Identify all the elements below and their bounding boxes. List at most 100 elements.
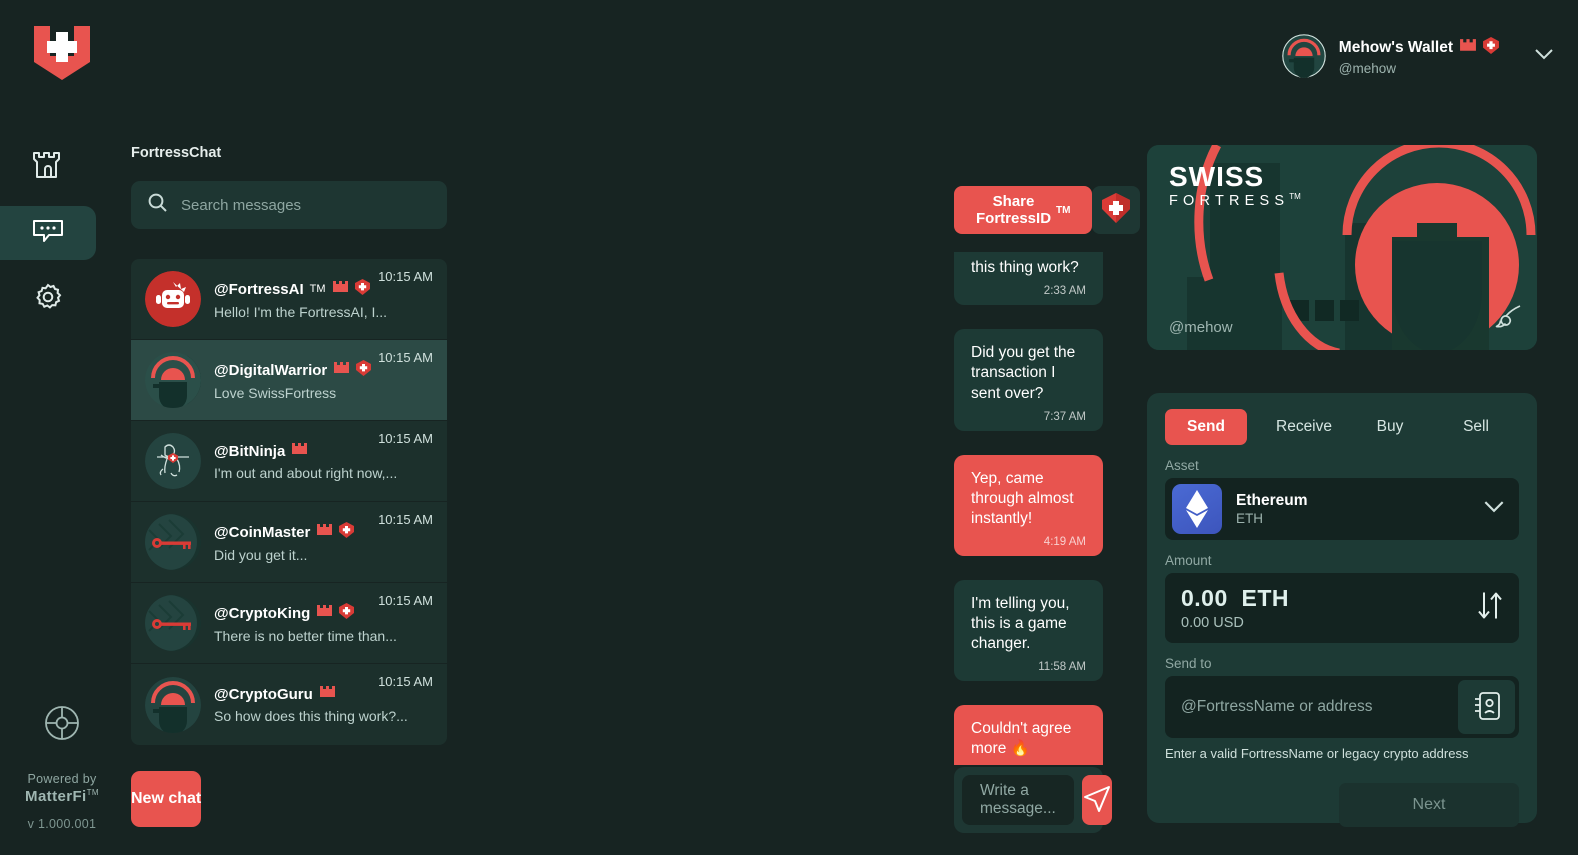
helmet-avatar	[145, 352, 201, 408]
chat-time: 10:15 AM	[378, 269, 433, 284]
chat-preview: There is no better time than...	[214, 627, 397, 644]
swissfortress-logo-icon	[28, 22, 96, 84]
next-button[interactable]: Next	[1339, 783, 1519, 827]
transaction-tabs: Send Receive Buy Sell	[1165, 409, 1519, 445]
message-bubble: I'm telling you, this is a game changer.…	[954, 579, 1103, 682]
rail-footer: Powered by MatterFiTM v 1.000.001	[25, 703, 99, 831]
shield-badge-icon	[339, 602, 355, 624]
sidebar-item-fortress[interactable]	[0, 140, 96, 194]
list-item[interactable]: @FortressAI TM Hello! I'm the FortressAI…	[131, 259, 447, 340]
message-time: 11:58 AM	[1038, 661, 1086, 674]
message-bubble: So how does this thing work? 2:33 AM	[954, 252, 1103, 306]
chat-time: 10:15 AM	[378, 593, 433, 608]
chat-list: @FortressAI TM Hello! I'm the FortressAI…	[131, 259, 447, 745]
address-book-icon	[1473, 691, 1501, 724]
card-brand-line2: FORTRESSTM	[1169, 192, 1301, 209]
list-item[interactable]: @CryptoGuru So how does this thing work?…	[131, 664, 447, 745]
left-rail: Powered by MatterFiTM v 1.000.001	[0, 0, 124, 855]
chat-preview: I'm out and about right now,...	[214, 464, 398, 481]
shield-badge-icon	[339, 521, 355, 543]
key-avatar	[145, 595, 201, 651]
shield-badge-icon	[354, 278, 370, 300]
address-book-button[interactable]	[1458, 680, 1515, 734]
share-label: Share FortressID	[976, 193, 1052, 227]
search-icon	[147, 192, 168, 218]
message-text: So how does this thing work?	[971, 252, 1079, 277]
version-label: v 1.000.001	[27, 817, 97, 831]
chevron-down-icon[interactable]	[1483, 500, 1505, 518]
thread-toolbar: Share FortressID TM	[954, 186, 1261, 234]
chat-preview: Did you get it...	[214, 546, 308, 563]
tm-mark: TM	[1056, 204, 1071, 216]
list-item[interactable]: @BitNinja I'm out and about right now,..…	[131, 421, 447, 502]
matterfi-wordmark: MatterFiTM	[25, 788, 99, 805]
chat-preview: So how does this thing work?...	[214, 708, 408, 724]
chat-list-panel: FortressChat Search messages @FortressAI…	[124, 0, 454, 855]
wallet-handle: @mehow	[1338, 60, 1397, 76]
app-root: Powered by MatterFiTM v 1.000.001 Fortre…	[0, 0, 1578, 855]
ethereum-icon	[1172, 484, 1222, 534]
message-text: Yep, came through almost instantly!	[971, 469, 1074, 527]
message-text: Did you get the transaction I sent over?	[971, 344, 1076, 402]
send-to-input[interactable]: @FortressName or address	[1165, 676, 1519, 738]
avatar	[1281, 34, 1326, 78]
powered-by-label: Powered by	[27, 771, 97, 786]
chat-name: @CryptoGuru	[214, 686, 313, 703]
chevron-down-icon[interactable]	[1534, 47, 1554, 65]
chat-preview: Love SwissFortress	[214, 384, 337, 401]
chat-name: @CoinMaster	[214, 523, 311, 541]
message-bubble: Yep, came through almost instantly! 4:19…	[954, 454, 1103, 556]
matterfi-logo-icon	[42, 703, 82, 748]
message-bubble: Did you get the transaction I sent over?…	[954, 329, 1103, 431]
tm-mark: TM	[309, 283, 326, 295]
message-input[interactable]: Write a message...	[962, 775, 1074, 825]
wallet-card[interactable]: SWISS FORTRESSTM @mehow	[1147, 145, 1537, 350]
robot-avatar	[145, 271, 201, 327]
amount-input[interactable]: 0.00 ETH 0.00 USD	[1165, 573, 1519, 643]
message-input-placeholder: Write a message...	[980, 782, 1056, 817]
gear-icon	[32, 281, 64, 318]
paintbrush-icon[interactable]	[1493, 303, 1523, 338]
ninja-avatar	[145, 433, 201, 489]
asset-name: Ethereum	[1236, 492, 1308, 509]
chat-name: @BitNinja	[214, 442, 286, 460]
send-plane-icon	[1082, 784, 1112, 817]
tab-sell[interactable]: Sell	[1433, 409, 1519, 445]
list-item[interactable]: @CoinMaster Did you get it... 10:15 AM	[131, 502, 447, 583]
right-panel: Mehow's Wallet @mehow SWISS FORTRESSTM @…	[1140, 0, 1578, 855]
search-placeholder: Search messages	[181, 196, 302, 214]
tab-send[interactable]: Send	[1165, 409, 1247, 445]
amount-value: 0.00 ETH	[1181, 585, 1290, 611]
tab-buy[interactable]: Buy	[1347, 409, 1433, 445]
asset-symbol: ETH	[1236, 511, 1263, 526]
wallet-account-menu[interactable]: Mehow's Wallet @mehow	[1281, 34, 1554, 78]
chat-preview: Hello! I'm the FortressAI, I...	[214, 303, 388, 320]
sidebar-item-chat[interactable]	[0, 206, 96, 260]
swap-vertical-icon[interactable]	[1477, 591, 1503, 626]
list-item[interactable]: @DigitalWarrior Love SwissFortress 10:15…	[131, 340, 447, 421]
asset-select[interactable]: Ethereum ETH	[1165, 478, 1519, 540]
new-chat-button[interactable]: New chat	[131, 771, 202, 827]
page-title: FortressChat	[131, 145, 222, 161]
send-to-label: Send to	[1165, 656, 1212, 671]
crown-badge-icon	[316, 604, 333, 623]
chat-time: 10:15 AM	[378, 350, 433, 365]
chat-name: @CryptoKing	[214, 604, 311, 622]
message-time: 2:33 AM	[1043, 285, 1086, 298]
message-time: 7:37 AM	[1043, 410, 1086, 423]
share-fortressid-button[interactable]: Share FortressID TM	[954, 186, 1093, 234]
list-item[interactable]: @CryptoKing There is no better time than…	[131, 583, 447, 664]
search-input[interactable]: Search messages	[131, 181, 447, 229]
chat-time: 10:15 AM	[378, 512, 433, 527]
amount-fiat: 0.00 USD	[1181, 615, 1244, 631]
tab-receive[interactable]: Receive	[1261, 409, 1347, 445]
shield-badge-icon	[1102, 192, 1131, 228]
shield-badge-icon	[1483, 36, 1499, 59]
amount-label: Amount	[1165, 553, 1212, 568]
fortress-id-button[interactable]	[1092, 186, 1141, 234]
sidebar-item-settings[interactable]	[0, 272, 96, 326]
crown-badge-icon	[333, 361, 350, 380]
send-button[interactable]	[1081, 775, 1112, 825]
chat-name: @DigitalWarrior	[214, 361, 328, 379]
message-composer: Write a message...	[954, 767, 1112, 833]
